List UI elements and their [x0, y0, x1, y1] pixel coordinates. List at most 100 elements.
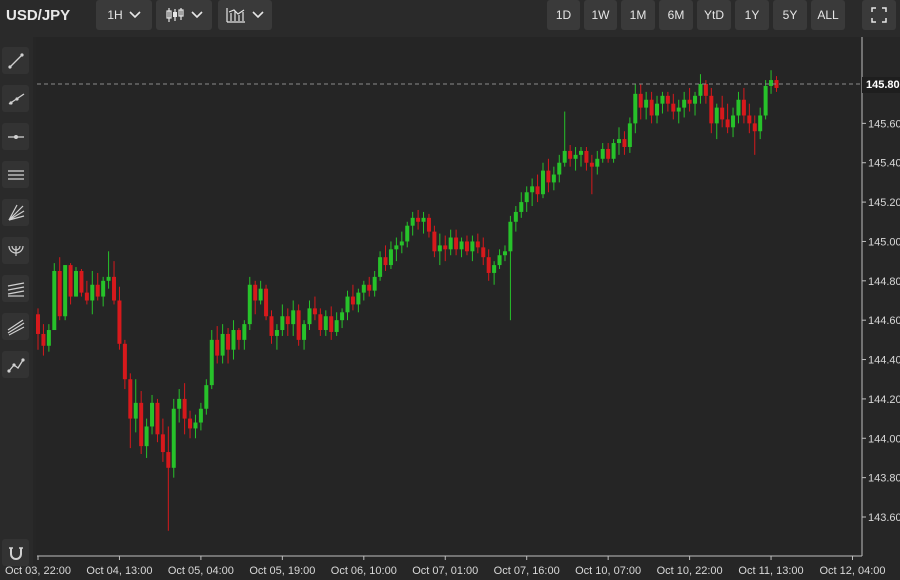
time-tick-label: Oct 05, 04:00 — [168, 565, 234, 577]
candle-body — [546, 170, 551, 183]
time-tick-label: Oct 03, 22:00 — [5, 565, 71, 577]
candle-body — [302, 324, 307, 340]
price-tick-label: 144.60 — [868, 315, 900, 327]
candle-body — [231, 330, 236, 350]
candle-body — [513, 211, 518, 222]
candle-body — [492, 265, 497, 273]
candle-body — [421, 217, 426, 222]
candle-body — [106, 276, 111, 281]
candle-body — [193, 422, 198, 429]
candle-body — [622, 139, 627, 147]
candle-body — [557, 162, 562, 175]
price-tick-label: 145.20 — [868, 197, 900, 209]
candle-body — [160, 434, 165, 453]
candle-body — [410, 217, 415, 226]
candle-body — [519, 202, 524, 212]
time-tick-label: Oct 07, 01:00 — [412, 565, 478, 577]
time-tick-label: Oct 11, 13:00 — [738, 565, 803, 577]
candle-body — [372, 276, 377, 291]
candle-body — [405, 225, 410, 242]
candle-body — [128, 379, 133, 419]
candle-body — [356, 292, 361, 305]
candle-body — [464, 241, 469, 252]
candle-body — [682, 99, 687, 108]
candle-body — [540, 170, 545, 195]
time-tick-label: Oct 04, 13:00 — [86, 565, 152, 577]
candle-body — [676, 107, 681, 112]
candle-body — [242, 324, 247, 340]
candle-body — [63, 265, 68, 317]
candle-body — [155, 402, 160, 435]
candle-body — [139, 402, 144, 447]
candlestick-chart[interactable]: 145.60 145.40 145.20 145.00 144.80 144.60 144.… — [0, 0, 900, 580]
candle-body — [133, 402, 138, 419]
price-tick-label: 144.00 — [868, 433, 900, 445]
candle-body — [470, 241, 475, 252]
candle-body — [171, 408, 176, 468]
candle-body — [79, 270, 84, 293]
candle-body — [600, 148, 605, 159]
candle-body — [361, 284, 366, 293]
candle-body — [595, 158, 600, 167]
candle-body — [247, 284, 252, 325]
candle-body — [426, 217, 431, 232]
candle-body — [655, 103, 660, 116]
candle-body — [68, 265, 73, 297]
candle-body — [649, 99, 654, 116]
candle-body — [725, 119, 730, 128]
candle-body — [638, 93, 643, 108]
candle-body — [758, 115, 763, 132]
candle-body — [611, 143, 616, 159]
candle-body — [340, 312, 345, 321]
candle-body — [46, 330, 51, 346]
candle-body — [323, 316, 328, 331]
candle-body — [280, 316, 285, 331]
candle-body — [394, 245, 399, 250]
candle-body — [714, 107, 719, 124]
candle-body — [285, 316, 290, 325]
candle-body — [508, 221, 513, 252]
candle-body — [573, 154, 578, 159]
candle-body — [296, 310, 301, 340]
candle-body — [74, 270, 79, 297]
candle-body — [709, 95, 714, 124]
time-tick-label: Oct 10, 22:00 — [657, 565, 723, 577]
candle-body — [720, 107, 725, 120]
candle-body — [399, 241, 404, 246]
candle-body — [459, 241, 464, 250]
price-tick-label: 145.40 — [868, 158, 900, 170]
candle-body — [486, 257, 491, 273]
candle-body — [258, 288, 263, 301]
candle-body — [693, 95, 698, 104]
candle-body — [448, 237, 453, 250]
candle-body — [741, 99, 746, 116]
last-price-tag: 145.80 — [862, 77, 900, 93]
candle-body — [665, 95, 670, 104]
time-axis: Oct 03, 22:00 Oct 04, 13:00 Oct 05, 04:00 O… — [5, 555, 886, 577]
candle-body — [144, 426, 149, 447]
candle-body — [95, 284, 100, 297]
candle-body — [454, 237, 459, 250]
candle-body — [122, 343, 127, 380]
candle-body — [90, 284, 95, 301]
time-tick-label: Oct 12, 04:00 — [819, 565, 885, 577]
candle-body — [383, 257, 388, 266]
candle-body — [345, 296, 350, 313]
candle-body — [269, 316, 274, 336]
candle-body — [112, 276, 117, 301]
candle-body — [568, 150, 573, 159]
price-tick-label: 145.00 — [868, 236, 900, 248]
candle-body — [264, 288, 269, 317]
candle-body — [378, 257, 383, 277]
candle-body — [589, 162, 594, 167]
candle-body — [101, 280, 106, 297]
candle-body — [220, 333, 225, 356]
candle-body — [166, 452, 171, 468]
candle-body — [432, 231, 437, 252]
candle-body — [117, 300, 122, 344]
candle-body — [633, 93, 638, 124]
candle-body — [236, 330, 241, 340]
candle-body — [416, 217, 421, 222]
candle-body — [698, 84, 703, 96]
candle-body — [747, 115, 752, 124]
